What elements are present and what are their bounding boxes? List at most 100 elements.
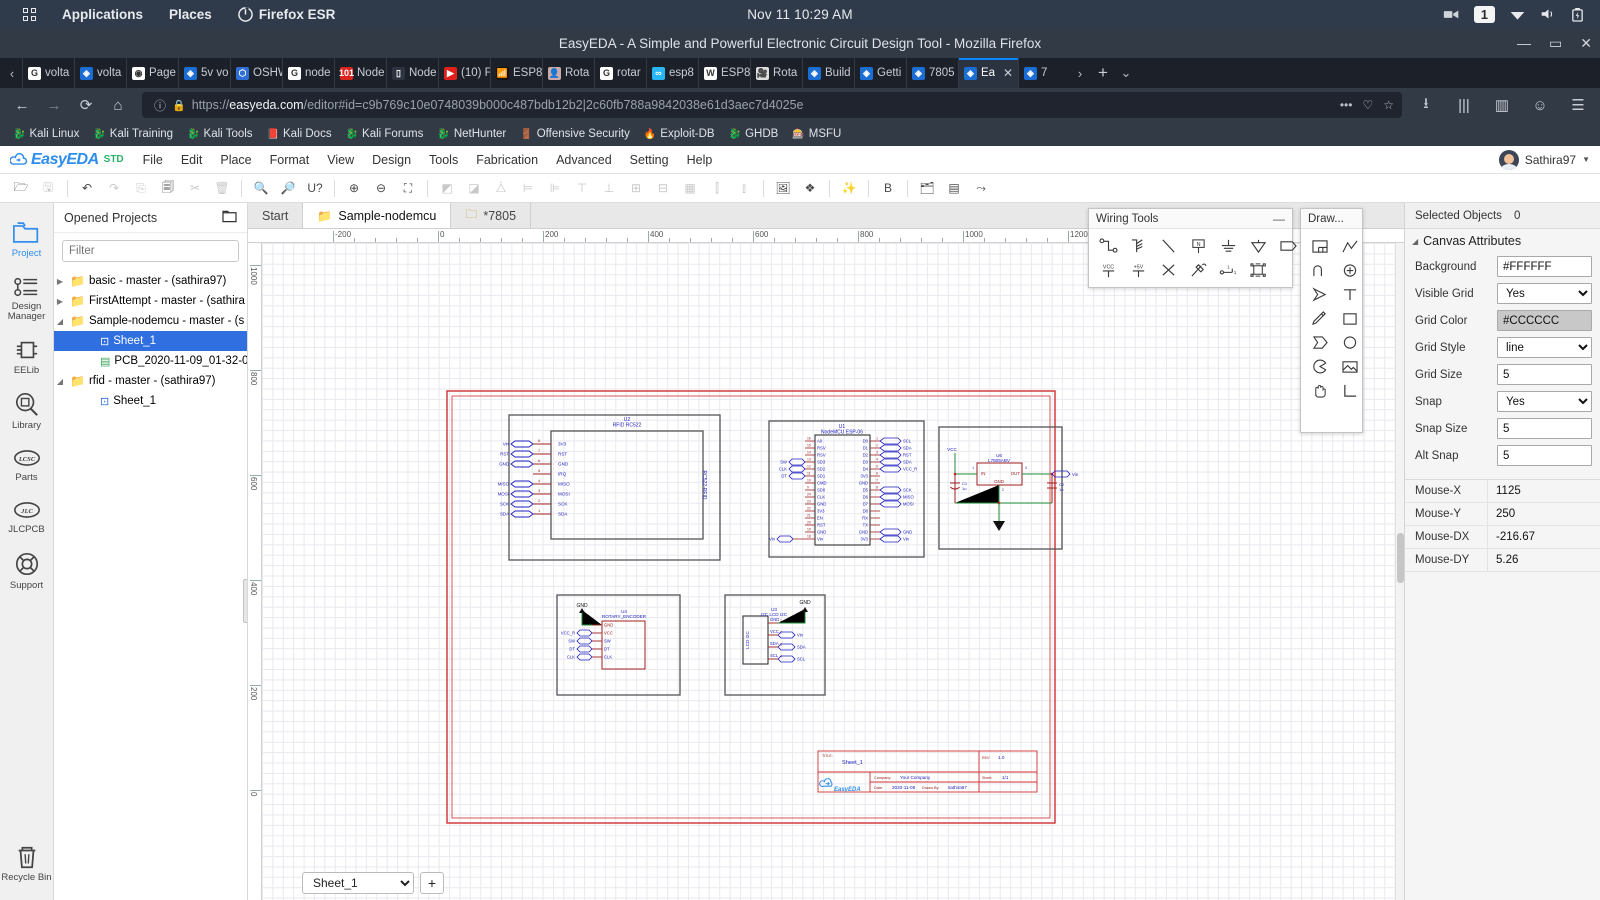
layers-stack-icon[interactable]: ❖ — [797, 176, 823, 200]
attribute-value[interactable]: 5 — [1497, 364, 1592, 385]
browser-tab[interactable]: ▶ (10) F — [438, 58, 490, 88]
browser-tab[interactable]: ◈ 5v vo — [178, 58, 230, 88]
bookmark-item[interactable]: 🐉 GHDB — [724, 126, 784, 142]
netflag-icon[interactable] — [1184, 259, 1212, 281]
rect-icon[interactable] — [1336, 307, 1364, 329]
layers-icon[interactable]: ▤ — [941, 176, 967, 200]
arc-icon[interactable] — [1306, 259, 1334, 281]
library-icon[interactable]: ||| — [1450, 92, 1478, 118]
volume-icon[interactable] — [1540, 7, 1557, 21]
circle-plus-icon[interactable] — [1336, 259, 1364, 281]
measure-icon[interactable]: U? — [302, 176, 328, 200]
menu-setting[interactable]: Setting — [621, 150, 678, 170]
easyeda-logo[interactable]: EasyEDA STD — [10, 151, 124, 169]
part-icon[interactable] — [1244, 259, 1272, 281]
bookmark-item[interactable]: 🚪 Offensive Security — [515, 126, 635, 142]
no-connect-icon[interactable] — [1154, 259, 1182, 281]
search-icon[interactable]: 🔍 — [248, 176, 274, 200]
browser-tab[interactable]: ◈ Build — [802, 58, 854, 88]
undo-icon[interactable]: ↶ — [74, 176, 100, 200]
twisty-expanded-icon[interactable]: ◢ — [54, 377, 66, 386]
account-icon[interactable]: ☺ — [1526, 92, 1554, 118]
twisty-expanded-icon[interactable]: ◢ — [54, 317, 66, 326]
find-replace-icon[interactable]: 🔎 — [275, 176, 301, 200]
ellipse-icon[interactable] — [1336, 331, 1364, 353]
vcc-icon[interactable]: VCC — [1094, 259, 1122, 281]
rail-item-jlcpcb[interactable]: JLC JLCPCB — [0, 490, 54, 542]
new-tab-button[interactable]: + — [1090, 58, 1116, 88]
bookmark-item[interactable]: 🐉 NetHunter — [432, 126, 511, 142]
zoom-fit-icon[interactable]: ⛶ — [395, 176, 421, 200]
rail-item-library[interactable]: Library — [0, 383, 54, 438]
polyline-icon[interactable] — [1336, 235, 1364, 257]
twisty-collapsed-icon[interactable]: ▶ — [54, 297, 66, 306]
tab-close-icon[interactable]: ✕ — [1003, 66, 1013, 80]
browser-tab[interactable]: ▯ Node — [386, 58, 438, 88]
bookmark-item[interactable]: 🔥 Exploit-DB — [639, 126, 720, 142]
pencil-icon[interactable] — [1306, 307, 1334, 329]
bookmark-item[interactable]: 🎰 MSFU — [787, 126, 846, 142]
activities-grid-button[interactable] — [10, 0, 49, 28]
wand-icon[interactable]: ✨ — [836, 176, 862, 200]
bom-icon[interactable]: B — [875, 176, 901, 200]
firefox-app-menu[interactable]: Firefox ESR — [225, 0, 349, 28]
attribute-select[interactable]: YesNo — [1497, 391, 1592, 412]
menu-file[interactable]: File — [134, 150, 172, 170]
tree-item[interactable]: ▶ 📁 FirstAttempt - master - (sathira — [54, 291, 247, 311]
minimize-button[interactable]: — — [1517, 35, 1531, 51]
hamburger-menu-icon[interactable]: ☰ — [1564, 92, 1592, 118]
attribute-value[interactable]: 5 — [1497, 418, 1592, 439]
tab-scroll-right-icon[interactable]: › — [1070, 58, 1090, 88]
browser-tab[interactable]: Gnode — [282, 58, 334, 88]
menu-view[interactable]: View — [318, 150, 363, 170]
document-tab[interactable]: Start — [248, 203, 304, 228]
menu-place[interactable]: Place — [211, 150, 260, 170]
import-icon[interactable]: 🗂 — [914, 176, 940, 200]
text-icon[interactable] — [1336, 283, 1364, 305]
browser-tab[interactable]: Grotar — [594, 58, 646, 88]
drawing-tools-header[interactable]: Draw... — — [1301, 209, 1362, 229]
menu-edit[interactable]: Edit — [172, 150, 212, 170]
browser-tab[interactable]: ◈ volta — [74, 58, 126, 88]
bus-entry-icon[interactable] — [1154, 235, 1182, 257]
wiring-tools-header[interactable]: Wiring Tools — — [1089, 209, 1292, 229]
canvas-icon[interactable] — [1306, 235, 1334, 257]
attribute-value[interactable]: 5 — [1497, 445, 1592, 466]
wire-icon[interactable] — [1094, 235, 1122, 257]
netlabel-icon[interactable]: N — [1184, 235, 1212, 257]
browser-tab[interactable]: ◈ 7 — [1018, 58, 1070, 88]
browser-tab[interactable]: ◈ 7805 — [906, 58, 958, 88]
menu-help[interactable]: Help — [678, 150, 722, 170]
rail-item-recycle-bin[interactable]: Recycle Bin — [0, 835, 54, 890]
camera-icon[interactable] — [1443, 8, 1460, 21]
zoom-out-icon[interactable]: ⊖ — [368, 176, 394, 200]
tree-item[interactable]: ⊡ Sheet_1 — [54, 391, 247, 411]
browser-tab[interactable]: 101 Node — [334, 58, 386, 88]
bookmark-item[interactable]: 🐉 Kali Tools — [182, 126, 257, 142]
twisty-collapsed-icon[interactable]: ▶ — [54, 277, 66, 286]
open-icon[interactable]: 🗁 — [8, 176, 34, 200]
browser-tab[interactable]: 🎥 Rota — [750, 58, 802, 88]
pocket-icon[interactable]: ♡ — [1362, 98, 1373, 112]
project-filter-input[interactable] — [62, 240, 239, 262]
document-tab[interactable]: 🗀 *7805 — [451, 203, 532, 228]
browser-tab[interactable]: ∞ esp8 — [646, 58, 698, 88]
share-icon[interactable]: ⤳ — [968, 176, 994, 200]
tree-item[interactable]: ▶ 📁 basic - master - (sathira97) — [54, 271, 247, 291]
browser-tab[interactable]: ◈ Ea ✕ — [958, 58, 1018, 88]
canvas-attributes-header[interactable]: ◢ Canvas Attributes — [1405, 229, 1600, 253]
menu-fabrication[interactable]: Fabrication — [467, 150, 547, 170]
browser-tab[interactable]: W ESP8 — [698, 58, 750, 88]
schematic-canvas[interactable]: U2 RFID RC522 RC522-RFID 3V3 RST GND IRQ MI… — [262, 243, 1404, 900]
menu-format[interactable]: Format — [261, 150, 319, 170]
image-icon[interactable]: 🖼 — [770, 176, 796, 200]
minimize-icon[interactable]: — — [1273, 212, 1285, 226]
tree-item[interactable]: ◢ 📁 Sample-nodemcu - master - (s — [54, 311, 247, 331]
pie-icon[interactable] — [1306, 355, 1334, 377]
sheet-select[interactable]: Sheet_1 — [302, 872, 414, 894]
url-bar[interactable]: ⓘ 🔒 https://easyeda.com/editor#id=c9b769… — [142, 92, 1402, 118]
tab-scroll-left-icon[interactable]: ‹ — [2, 58, 22, 88]
rail-item-support[interactable]: Support — [0, 542, 54, 598]
vcc-flag-icon[interactable] — [1274, 235, 1302, 257]
bookmark-star-icon[interactable]: ☆ — [1383, 98, 1394, 112]
